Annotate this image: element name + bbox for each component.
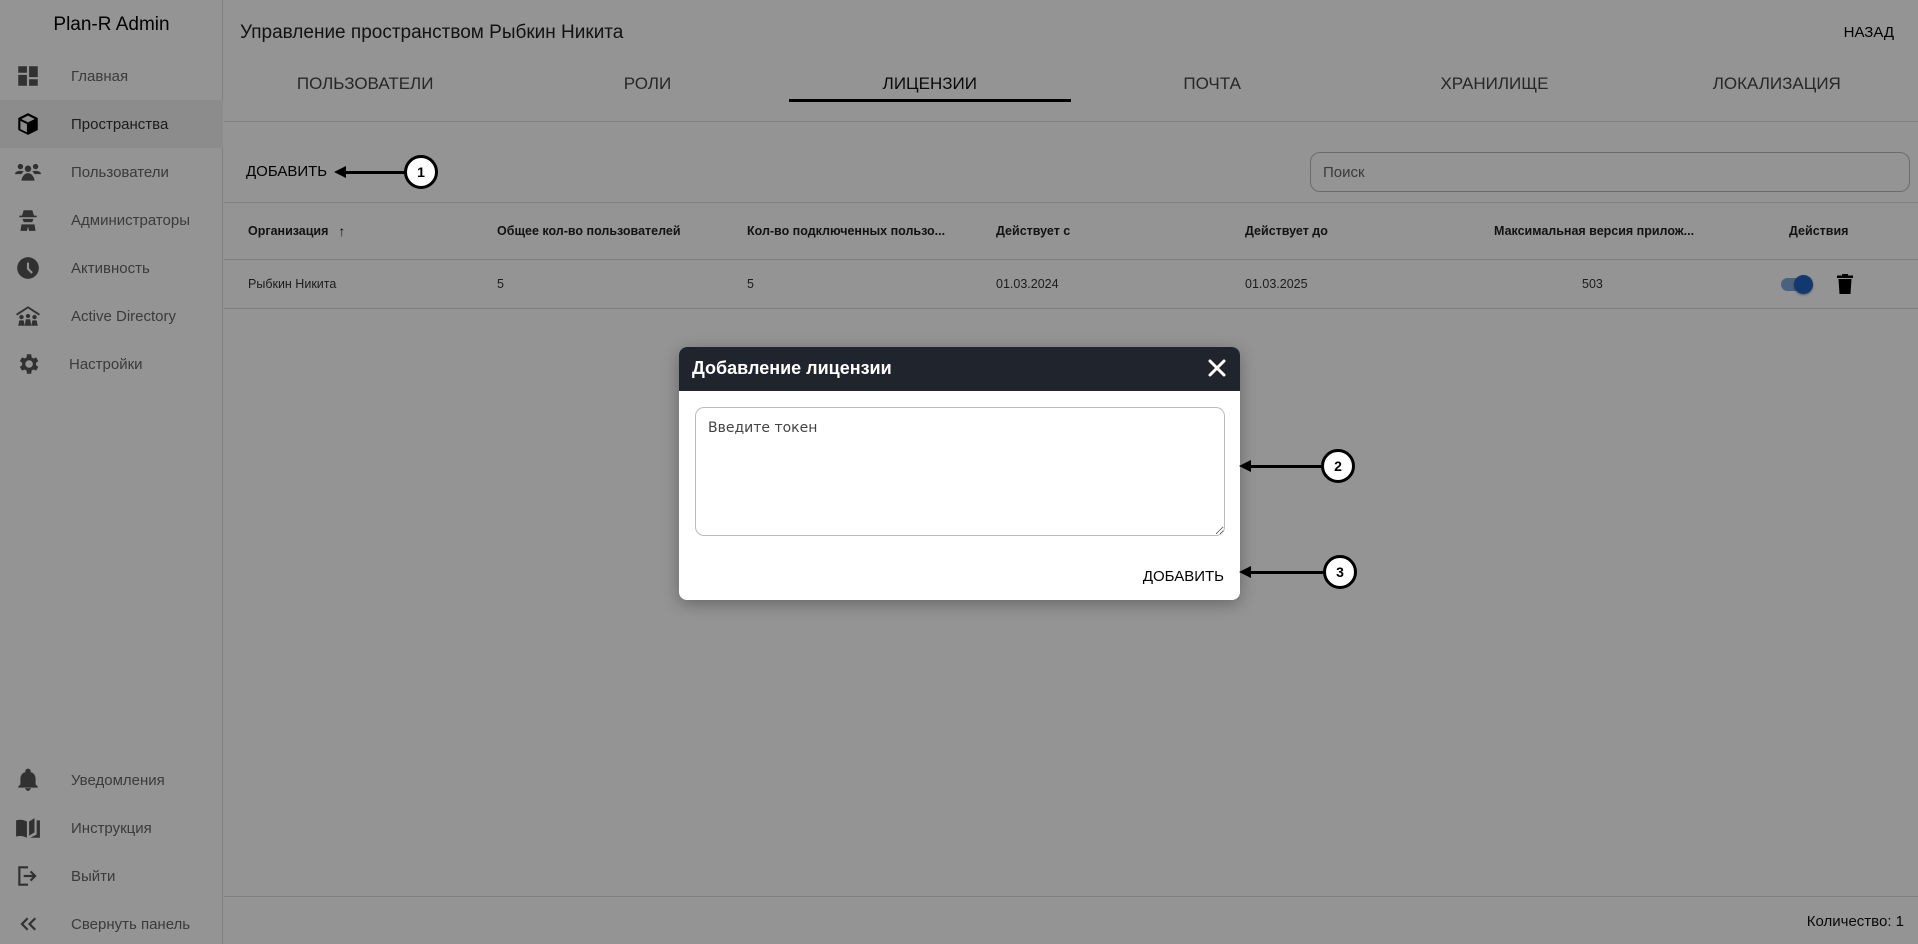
token-input[interactable]	[695, 407, 1225, 536]
dialog-header: Добавление лицензии	[679, 347, 1240, 391]
callout-number: 1	[404, 155, 438, 189]
callout-arrow-line	[344, 171, 406, 174]
callout-arrow-line	[1249, 465, 1323, 468]
callout-number: 3	[1323, 555, 1357, 589]
dialog-add-button[interactable]: ДОБАВИТЬ	[1143, 568, 1224, 585]
callout-number: 2	[1321, 449, 1355, 483]
callout-arrow-line	[1249, 571, 1325, 574]
close-icon[interactable]	[1206, 357, 1228, 379]
dialog-title: Добавление лицензии	[692, 358, 892, 378]
add-license-dialog: Добавление лицензии ДОБАВИТЬ	[679, 347, 1240, 600]
